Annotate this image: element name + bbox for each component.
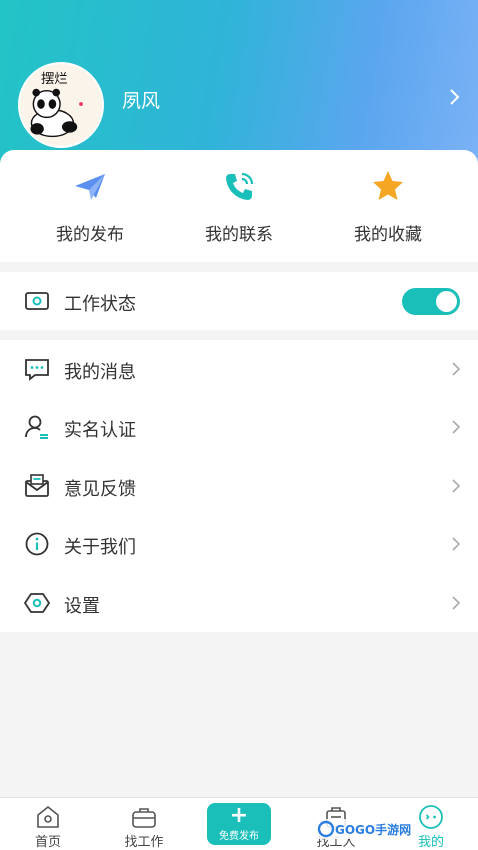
plus-icon: + — [229, 803, 249, 828]
quick-action-my-favorites[interactable]: 我的收藏 — [328, 168, 448, 258]
menu-item-label: 我的消息 — [64, 362, 136, 383]
panda-avatar-image: 摆烂 — [30, 71, 83, 138]
site-watermark-logo: GOGO手游网 — [316, 819, 414, 839]
message-icon — [25, 359, 49, 381]
tab-home[interactable]: 首页 — [3, 798, 93, 850]
status-card-icon — [25, 292, 49, 310]
tab-find-job[interactable]: 找工作 — [99, 798, 189, 850]
chevron-right-icon[interactable] — [446, 86, 464, 108]
tab-label: 找工作 — [124, 835, 164, 850]
menu-item-settings[interactable]: 设置 — [0, 574, 478, 632]
menu-item-label: 实名认证 — [64, 420, 136, 442]
quick-action-my-contacts[interactable]: 我的联系 — [179, 168, 299, 258]
feedback-mail-icon — [25, 473, 49, 497]
svg-text:摆烂: 摆烂 — [41, 71, 68, 87]
svg-text:GOGO手游网: GOGO手游网 — [335, 822, 411, 837]
tab-label: 首页 — [34, 835, 61, 850]
menu-item-feedback[interactable]: 意见反馈 — [0, 457, 478, 515]
star-icon — [373, 171, 403, 200]
profile-face-icon — [419, 805, 443, 829]
menu-item-label: 关于我们 — [64, 537, 136, 559]
chevron-right-icon — [452, 537, 461, 551]
quick-action-my-posts[interactable]: 我的发布 — [30, 168, 150, 258]
publish-label: 免费发布 — [219, 831, 259, 842]
chevron-right-icon — [452, 420, 461, 434]
paper-plane-icon — [75, 174, 105, 200]
quick-action-label: 我的收藏 — [354, 225, 422, 245]
username: 夙风 — [122, 90, 161, 112]
toggle-knob — [436, 291, 457, 312]
home-icon — [37, 805, 59, 828]
free-publish-button[interactable]: + 免费发布 — [207, 803, 271, 845]
quick-action-label: 我的发布 — [56, 225, 124, 245]
menu-item-verification[interactable]: 实名认证 — [0, 398, 478, 456]
menu-item-label: 意见反馈 — [64, 478, 136, 500]
settings-menu: 我的消息 实名认证 意见反馈 关于我们 设置 — [0, 340, 478, 632]
work-status-row: 工作状态 — [0, 272, 478, 330]
settings-hex-icon — [24, 592, 50, 613]
menu-item-about[interactable]: 关于我们 — [0, 515, 478, 573]
chevron-right-icon — [452, 595, 461, 610]
work-status-toggle[interactable] — [402, 288, 460, 315]
user-verify-icon — [25, 415, 48, 440]
info-icon — [25, 532, 49, 556]
briefcase-icon — [132, 808, 156, 828]
chevron-right-icon — [452, 479, 461, 493]
quick-actions-card: 我的发布 我的联系 我的收藏 — [0, 150, 478, 262]
menu-item-label: 设置 — [64, 595, 100, 617]
chevron-right-icon — [452, 362, 461, 376]
menu-item-messages[interactable]: 我的消息 — [0, 340, 478, 398]
quick-action-label: 我的联系 — [205, 225, 273, 245]
work-status-label: 工作状态 — [64, 294, 136, 315]
avatar[interactable]: 摆烂 — [18, 62, 104, 148]
phone-icon — [226, 172, 254, 200]
